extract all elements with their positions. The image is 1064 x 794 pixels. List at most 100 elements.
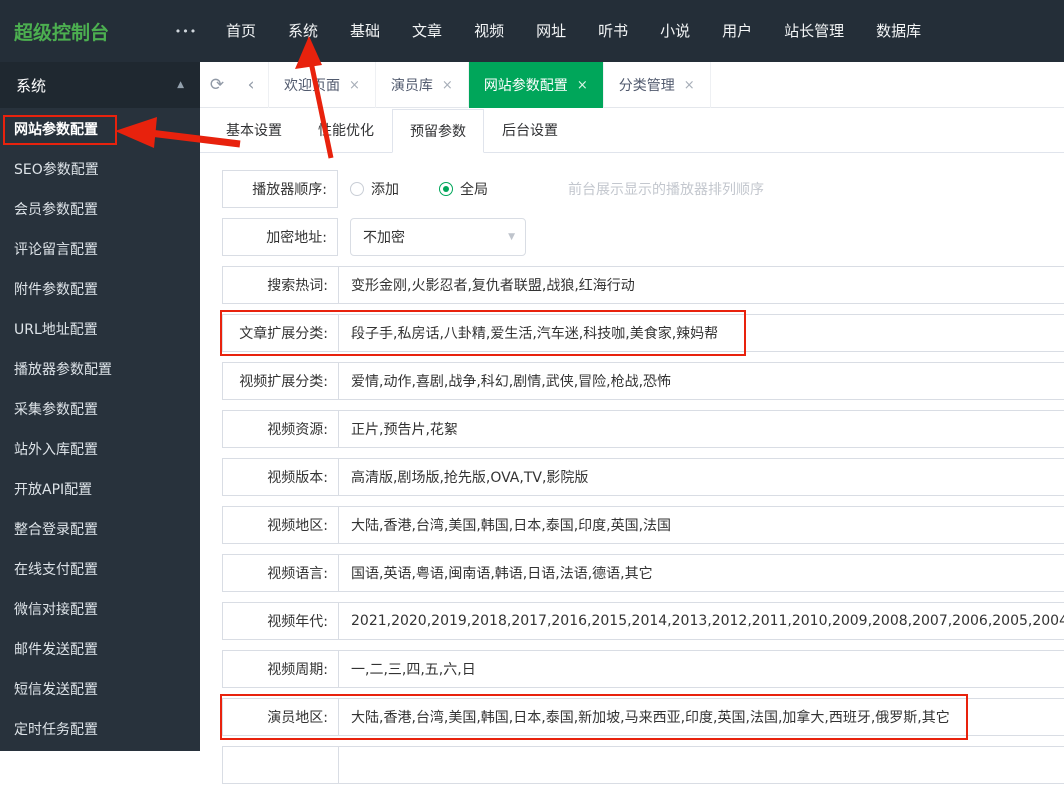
sidebar-item-scheduled-tasks[interactable]: 定时任务配置 <box>0 710 200 750</box>
form-row-encrypt-url: 加密地址: 不加密 ▼ <box>222 218 1064 256</box>
top-navigation: 首页 系统 基础 文章 视频 网址 听书 小说 用户 站长管理 数据库 <box>210 0 937 62</box>
open-tabs: 欢迎页面 × 演员库 × 网站参数配置 × 分类管理 × <box>268 62 711 108</box>
sidebar: 系统 ▲ 网站参数配置 SEO参数配置 会员参数配置 评论留言配置 附件参数配置… <box>0 62 200 751</box>
more-icon[interactable]: ••• <box>162 25 210 38</box>
nav-item-basic[interactable]: 基础 <box>334 0 396 62</box>
sidebar-item-open-api[interactable]: 开放API配置 <box>0 470 200 510</box>
sidebar-item-attachment-params[interactable]: 附件参数配置 <box>0 270 200 310</box>
tab-label: 欢迎页面 <box>284 78 340 94</box>
tab-label: 分类管理 <box>618 78 675 94</box>
field-label <box>223 747 339 783</box>
radio-checked-icon <box>439 182 453 196</box>
subtab-basic-settings[interactable]: 基本设置 <box>208 108 300 152</box>
field-label: 演员地区: <box>223 699 339 735</box>
caret-up-icon: ▲ <box>177 80 184 90</box>
field-label: 视频地区: <box>223 507 339 543</box>
field-input[interactable] <box>339 747 1064 783</box>
tab-site-params[interactable]: 网站参数配置 × <box>467 62 603 108</box>
nav-item-audiobook[interactable]: 听书 <box>582 0 644 62</box>
nav-item-url[interactable]: 网址 <box>520 0 582 62</box>
field-label: 视频扩展分类: <box>223 363 339 399</box>
form-row-video-languages: 视频语言: 国语,英语,粤语,闽南语,韩语,日语,法语,德语,其它 <box>222 554 1064 592</box>
settings-subtabs: 基本设置 性能优化 预留参数 后台设置 <box>200 108 1064 153</box>
sidebar-group-system[interactable]: 系统 ▲ <box>0 62 200 108</box>
subtab-reserved-params[interactable]: 预留参数 <box>392 109 484 153</box>
sidebar-item-collect-params[interactable]: 采集参数配置 <box>0 390 200 430</box>
form-row-player-order: 播放器顺序: 添加 全局 前台展示显示的播放器排列顺序 <box>222 170 1064 208</box>
encrypt-url-select[interactable]: 不加密 ▼ <box>350 218 526 256</box>
sidebar-item-comment-config[interactable]: 评论留言配置 <box>0 230 200 270</box>
field-label: 视频资源: <box>223 411 339 447</box>
sidebar-item-seo-params[interactable]: SEO参数配置 <box>0 150 200 190</box>
video-categories-input[interactable]: 爱情,动作,喜剧,战争,科幻,剧情,武侠,冒险,枪战,恐怖 <box>339 363 1064 399</box>
nav-item-video[interactable]: 视频 <box>458 0 520 62</box>
form-row-search-hotwords: 搜索热词: 变形金刚,火影忍者,复仇者联盟,战狼,红海行动 <box>222 266 1064 304</box>
sidebar-item-site-params[interactable]: 网站参数配置 <box>0 110 200 150</box>
sidebar-item-member-params[interactable]: 会员参数配置 <box>0 190 200 230</box>
subtab-backend-settings[interactable]: 后台设置 <box>484 108 576 152</box>
sidebar-item-sms-config[interactable]: 短信发送配置 <box>0 670 200 710</box>
nav-item-database[interactable]: 数据库 <box>860 0 937 62</box>
topbar: 超级控制台 ••• 首页 系统 基础 文章 视频 网址 听书 小说 用户 站长管… <box>0 0 1064 62</box>
video-resources-input[interactable]: 正片,预告片,花絮 <box>339 411 1064 447</box>
video-years-input[interactable]: 2021,2020,2019,2018,2017,2016,2015,2014,… <box>339 603 1064 639</box>
field-label: 加密地址: <box>222 218 338 256</box>
actor-regions-input[interactable]: 大陆,香港,台湾,美国,韩国,日本,泰国,新加坡,马来西亚,印度,英国,法国,加… <box>339 699 1064 735</box>
form-row-video-resources: 视频资源: 正片,预告片,花絮 <box>222 410 1064 448</box>
tab-category-management[interactable]: 分类管理 × <box>602 62 711 108</box>
radio-icon <box>350 182 364 196</box>
sidebar-menu: 网站参数配置 SEO参数配置 会员参数配置 评论留言配置 附件参数配置 URL地… <box>0 108 200 750</box>
video-weekdays-input[interactable]: 一,二,三,四,五,六,日 <box>339 651 1064 687</box>
form-row-video-regions: 视频地区: 大陆,香港,台湾,美国,韩国,日本,泰国,印度,英国,法国 <box>222 506 1064 544</box>
close-icon[interactable]: × <box>442 78 453 93</box>
reserved-params-form: 播放器顺序: 添加 全局 前台展示显示的播放器排列顺序 加密地址: 不加密 ▼ … <box>222 170 1064 794</box>
subtab-performance[interactable]: 性能优化 <box>300 108 392 152</box>
close-icon[interactable]: × <box>684 78 695 93</box>
nav-item-webmaster[interactable]: 站长管理 <box>768 0 860 62</box>
field-label: 视频语言: <box>223 555 339 591</box>
field-label: 播放器顺序: <box>222 170 338 208</box>
open-tabs-bar: ⟳ ‹ 欢迎页面 × 演员库 × 网站参数配置 × 分类管理 × <box>200 62 1064 108</box>
sidebar-item-online-payment[interactable]: 在线支付配置 <box>0 550 200 590</box>
radio-label: 全局 <box>460 182 488 198</box>
close-icon[interactable]: × <box>349 78 360 93</box>
form-row-partial <box>222 746 1064 784</box>
sidebar-item-email-config[interactable]: 邮件发送配置 <box>0 630 200 670</box>
nav-item-user[interactable]: 用户 <box>706 0 768 62</box>
radio-label: 添加 <box>371 182 399 198</box>
sidebar-item-url-config[interactable]: URL地址配置 <box>0 310 200 350</box>
sidebar-item-integrated-login[interactable]: 整合登录配置 <box>0 510 200 550</box>
form-row-video-weekdays: 视频周期: 一,二,三,四,五,六,日 <box>222 650 1064 688</box>
article-categories-input[interactable]: 段子手,私房话,八卦精,爱生活,汽车迷,科技咖,美食家,辣妈帮 <box>339 315 1064 351</box>
sidebar-group-label: 系统 <box>16 76 47 95</box>
nav-item-novel[interactable]: 小说 <box>644 0 706 62</box>
tab-label: 演员库 <box>390 78 433 94</box>
sidebar-item-wechat-config[interactable]: 微信对接配置 <box>0 590 200 630</box>
radio-global[interactable]: 全局 <box>439 179 488 199</box>
sidebar-item-player-params[interactable]: 播放器参数配置 <box>0 350 200 390</box>
tab-welcome[interactable]: 欢迎页面 × <box>268 62 375 108</box>
field-label: 视频周期: <box>223 651 339 687</box>
close-icon[interactable]: × <box>577 78 588 93</box>
field-hint: 前台展示显示的播放器排列顺序 <box>568 182 764 198</box>
form-row-article-categories: 文章扩展分类: 段子手,私房话,八卦精,爱生活,汽车迷,科技咖,美食家,辣妈帮 <box>222 314 1064 352</box>
form-row-actor-regions: 演员地区: 大陆,香港,台湾,美国,韩国,日本,泰国,新加坡,马来西亚,印度,英… <box>222 698 1064 736</box>
app-title[interactable]: 超级控制台 <box>0 18 162 45</box>
radio-add[interactable]: 添加 <box>350 179 399 199</box>
video-regions-input[interactable]: 大陆,香港,台湾,美国,韩国,日本,泰国,印度,英国,法国 <box>339 507 1064 543</box>
select-value: 不加密 <box>363 230 405 246</box>
tab-actor-library[interactable]: 演员库 × <box>374 62 468 108</box>
video-versions-input[interactable]: 高清版,剧场版,抢先版,OVA,TV,影院版 <box>339 459 1064 495</box>
form-row-video-years: 视频年代: 2021,2020,2019,2018,2017,2016,2015… <box>222 602 1064 640</box>
video-languages-input[interactable]: 国语,英语,粤语,闽南语,韩语,日语,法语,德语,其它 <box>339 555 1064 591</box>
chevron-down-icon: ▼ <box>508 232 515 242</box>
nav-item-home[interactable]: 首页 <box>210 0 272 62</box>
sidebar-item-external-storage[interactable]: 站外入库配置 <box>0 430 200 470</box>
scroll-left-icon[interactable]: ‹ <box>234 62 268 108</box>
nav-item-system[interactable]: 系统 <box>272 0 334 62</box>
search-hotwords-input[interactable]: 变形金刚,火影忍者,复仇者联盟,战狼,红海行动 <box>339 267 1064 303</box>
nav-item-article[interactable]: 文章 <box>396 0 458 62</box>
refresh-icon[interactable]: ⟳ <box>200 62 234 108</box>
form-row-video-categories: 视频扩展分类: 爱情,动作,喜剧,战争,科幻,剧情,武侠,冒险,枪战,恐怖 <box>222 362 1064 400</box>
tab-label: 网站参数配置 <box>483 78 568 94</box>
